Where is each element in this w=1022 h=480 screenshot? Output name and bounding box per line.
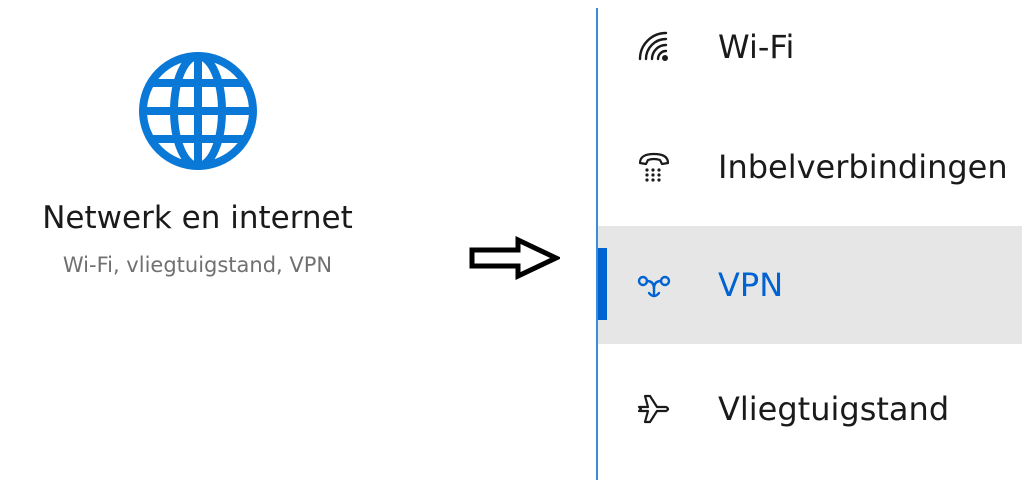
nav-item-label: VPN xyxy=(718,266,784,304)
nav-item-label: Inbelverbindingen xyxy=(718,148,1008,186)
selection-indicator xyxy=(598,248,607,320)
arrow-right-icon xyxy=(469,236,560,280)
dialup-phone-icon xyxy=(638,152,670,182)
globe-icon xyxy=(139,52,257,170)
screenshot-canvas: Netwerk en internet Wi-Fi, vliegtuigstan… xyxy=(0,0,1022,480)
airplane-icon xyxy=(637,394,670,424)
vpn-icon xyxy=(637,275,671,298)
nav-item-wifi[interactable]: Wi-Fi xyxy=(598,0,1022,106)
nav-item-vpn[interactable]: VPN xyxy=(598,226,1022,344)
settings-nav: Wi-Fi Inbelverbindingen VPN Vliegtuigsta… xyxy=(598,0,1022,480)
nav-item-label: Wi-Fi xyxy=(718,28,795,66)
nav-item-label: Vliegtuigstand xyxy=(718,390,950,428)
network-internet-tile[interactable]: Netwerk en internet Wi-Fi, vliegtuigstan… xyxy=(0,0,395,300)
nav-item-dialup[interactable]: Inbelverbindingen xyxy=(598,108,1022,226)
nav-item-airplane[interactable]: Vliegtuigstand xyxy=(598,350,1022,468)
tile-title: Netwerk en internet xyxy=(42,200,353,236)
tile-subtitle: Wi-Fi, vliegtuigstand, VPN xyxy=(62,253,333,277)
wifi-icon xyxy=(638,31,668,61)
